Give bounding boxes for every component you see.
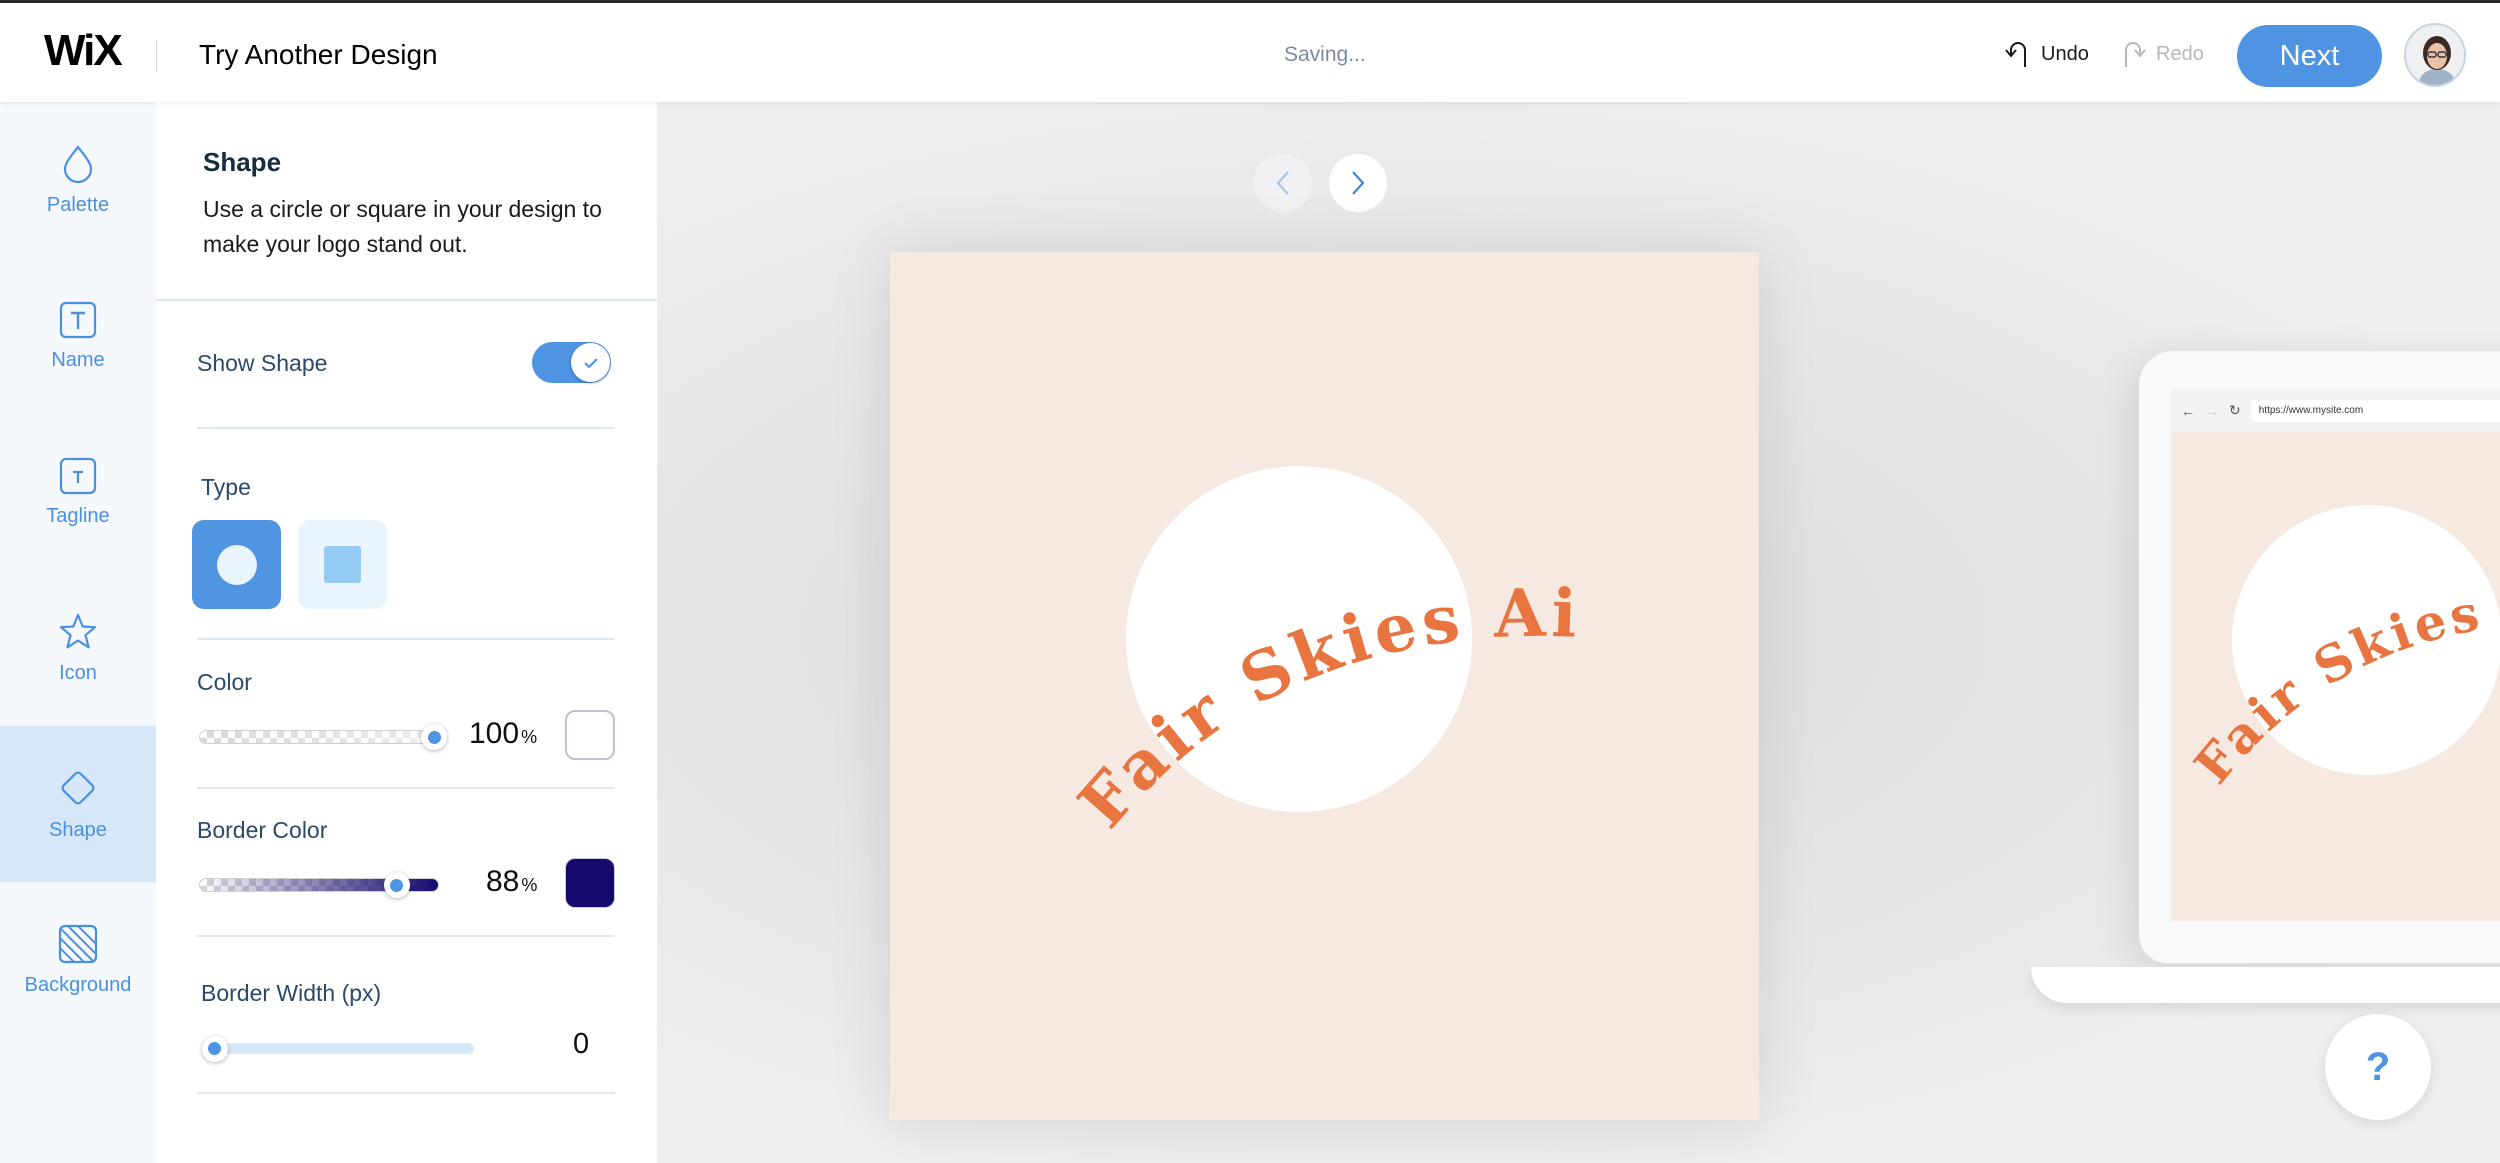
border-color-opacity-slider[interactable]: [199, 872, 439, 898]
show-shape-label: Show Shape: [197, 350, 328, 376]
reload-icon: ↻: [2229, 402, 2241, 418]
design-stage: Fair Skies Air ← → ↻ https://www.mysite.…: [657, 102, 2500, 1163]
sidebar-item-label: Name: [51, 348, 105, 371]
color-opacity-number: 100: [469, 717, 520, 750]
slider-handle[interactable]: [201, 1035, 228, 1062]
logo-artwork: Fair Skies Air: [890, 252, 1578, 842]
slider-fill: [200, 731, 438, 743]
sidebar-item-shape[interactable]: Shape: [0, 726, 156, 882]
redo-icon: [2120, 39, 2146, 69]
preview-page: Fair Skies Air: [2171, 432, 2500, 921]
redo-label: Redo: [2156, 42, 2204, 65]
drop-icon: [61, 144, 95, 184]
color-swatch[interactable]: [565, 710, 615, 760]
sidebar-item-label: Palette: [46, 193, 110, 216]
circle-icon: [216, 544, 257, 585]
previous-design-button[interactable]: [1254, 154, 1312, 212]
divider: [197, 935, 615, 937]
color-opacity-slider[interactable]: [199, 724, 448, 750]
border-opacity-number: 88: [486, 865, 520, 898]
user-avatar[interactable]: [2404, 23, 2466, 87]
top-bar: WiX Try Another Design Saving... Undo Re…: [0, 3, 2500, 102]
star-icon: [58, 612, 98, 652]
sidebar-nav: Palette Name Tagline Icon Shape Backgrou…: [0, 102, 156, 1163]
preview-logo-artwork: Fair Skies Air: [2171, 432, 2500, 794]
avatar-photo: [2406, 25, 2464, 85]
percent-unit: %: [521, 875, 538, 895]
next-button[interactable]: Next: [2237, 25, 2382, 87]
hatched-square-icon: [58, 924, 98, 964]
sidebar-item-label: Background: [24, 973, 132, 996]
chevron-right-icon: [1350, 170, 1366, 196]
color-opacity-value[interactable]: 100%: [469, 717, 537, 751]
panel-title: Shape: [203, 147, 282, 177]
chevron-left-icon: [1275, 170, 1291, 196]
text-box-icon: [59, 301, 97, 339]
toggle-knob: [571, 343, 610, 382]
logo-canvas[interactable]: Fair Skies Air: [890, 252, 1759, 1120]
border-color-swatch[interactable]: [565, 858, 615, 908]
shape-settings-panel: Shape Use a circle or square in your des…: [156, 102, 657, 1163]
undo-icon: [2005, 39, 2031, 69]
help-button[interactable]: ?: [2325, 1014, 2431, 1120]
divider: [197, 638, 615, 640]
laptop-base: [2031, 967, 2500, 1003]
undo-button[interactable]: Undo: [2005, 39, 2089, 69]
redo-button[interactable]: Redo: [2120, 39, 2204, 69]
laptop-preview: ← → ↻ https://www.mysite.com Fair Skies …: [2139, 351, 2500, 963]
slider-handle[interactable]: [421, 724, 448, 750]
sidebar-item-label: Icon: [59, 661, 97, 684]
panel-header: Shape Use a circle or square in your des…: [156, 102, 657, 301]
divider: [197, 427, 615, 429]
undo-label: Undo: [2041, 42, 2089, 65]
preview-url-field: https://www.mysite.com: [2250, 399, 2500, 422]
show-shape-toggle[interactable]: [532, 342, 611, 383]
sidebar-item-palette[interactable]: Palette: [0, 102, 156, 258]
back-arrow-icon: ←: [2181, 402, 2195, 419]
divider: [197, 787, 615, 789]
border-color-label: Border Color: [197, 817, 328, 843]
slider-handle[interactable]: [383, 872, 410, 898]
next-design-button[interactable]: [1329, 154, 1387, 212]
sidebar-item-icon[interactable]: Icon: [0, 570, 156, 726]
border-width-label: Border Width (px): [201, 980, 382, 1006]
border-width-value[interactable]: 0: [573, 1028, 589, 1061]
header-divider: [156, 41, 157, 71]
color-label: Color: [197, 669, 252, 695]
border-opacity-value[interactable]: 88%: [486, 865, 537, 899]
sidebar-item-name[interactable]: Name: [0, 258, 156, 414]
small-text-box-icon: [59, 457, 97, 495]
sidebar-item-label: Shape: [49, 818, 107, 841]
sidebar-item-label: Tagline: [46, 504, 110, 527]
page-title: Try Another Design: [199, 39, 438, 70]
diamond-icon: [57, 767, 99, 809]
preview-browser-bar: ← → ↻ https://www.mysite.com: [2171, 389, 2500, 432]
square-icon: [324, 546, 361, 583]
type-option-circle[interactable]: [192, 520, 281, 609]
check-icon: [583, 356, 599, 370]
wix-logo[interactable]: WiX: [44, 29, 123, 73]
percent-unit: %: [521, 727, 538, 747]
save-status: Saving...: [1284, 43, 1366, 66]
type-option-square[interactable]: [298, 520, 387, 609]
panel-description: Use a circle or square in your design to…: [203, 196, 602, 257]
sidebar-item-background[interactable]: Background: [0, 882, 156, 1038]
forward-arrow-icon: →: [2205, 402, 2219, 419]
border-width-slider[interactable]: [201, 1035, 474, 1062]
divider: [197, 1092, 615, 1094]
sidebar-item-tagline[interactable]: Tagline: [0, 414, 156, 570]
type-label: Type: [201, 474, 251, 500]
